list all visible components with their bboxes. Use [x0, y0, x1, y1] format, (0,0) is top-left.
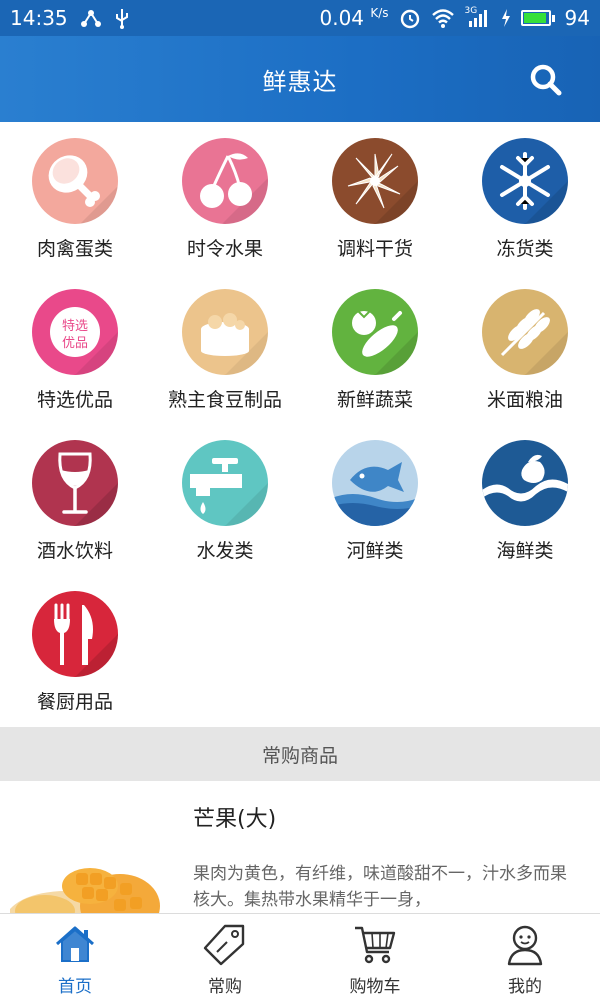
- wine-glass-icon: [32, 440, 118, 526]
- category-item[interactable]: 熟主食豆制品: [150, 273, 300, 423]
- app-header: 鲜惠达: [0, 36, 600, 122]
- category-label: 酒水饮料: [36, 540, 113, 562]
- category-label: 肉禽蛋类: [36, 238, 113, 260]
- cherry-icon: [182, 138, 268, 224]
- category-label: 新鲜蔬菜: [336, 389, 413, 411]
- category-label: 水发类: [196, 540, 254, 562]
- category-label: 冻货类: [496, 238, 554, 260]
- faucet-icon: [182, 440, 268, 526]
- nav-home-label: 首页: [58, 977, 92, 997]
- search-icon: [530, 64, 562, 96]
- status-bar: 14:35 0.04 K/s 3G 94: [0, 0, 600, 36]
- mango-image: [7, 811, 170, 913]
- battery-percent: 94: [564, 6, 590, 30]
- wifi-icon: [431, 8, 455, 28]
- category-item[interactable]: 冻货类: [450, 122, 600, 272]
- charging-icon: [501, 9, 511, 27]
- svg-text:优品: 优品: [62, 336, 88, 351]
- star-anise-icon: [332, 138, 418, 224]
- home-icon: [53, 922, 97, 966]
- alarm-icon: [399, 7, 421, 29]
- page-title: 鲜惠达: [262, 67, 338, 96]
- category-item[interactable]: 肉禽蛋类: [0, 122, 150, 272]
- nav-frequent[interactable]: 常购: [150, 914, 300, 1000]
- search-button[interactable]: [526, 60, 566, 100]
- category-item[interactable]: 餐厨用品: [0, 575, 150, 725]
- usb-icon: [114, 7, 130, 29]
- product-card[interactable]: 芒果(大) 果肉为黄色，有纤维，味道酸甜不一，汁水多而果核大。集热带水果精华于一…: [0, 781, 600, 913]
- network-type: 3G: [464, 6, 478, 16]
- battery-fill: [523, 13, 547, 23]
- product-name: 芒果(大): [193, 807, 277, 832]
- nav-frequent-label: 常购: [208, 977, 242, 997]
- vegetables-icon: [332, 289, 418, 375]
- drumstick-icon: [32, 138, 118, 224]
- net-speed-unit: K/s: [370, 6, 389, 20]
- cart-icon: [353, 922, 397, 966]
- wave-icon: [482, 440, 568, 526]
- category-label: 熟主食豆制品: [167, 389, 282, 411]
- product-description: 果肉为黄色，有纤维，味道酸甜不一，汁水多而果核大。集热带水果精华于一身，: [193, 864, 567, 910]
- nav-cart[interactable]: 购物车: [300, 914, 450, 1000]
- net-speed: 0.04 K/s: [319, 6, 388, 30]
- category-label: 米面粮油: [486, 389, 563, 411]
- steamer-icon: [182, 289, 268, 375]
- bottom-nav: 首页 常购 购物车 我的: [0, 913, 600, 1000]
- category-item[interactable]: 海鲜类: [450, 424, 600, 574]
- category-label: 调料干货: [336, 238, 413, 260]
- category-item[interactable]: 水发类: [150, 424, 300, 574]
- section-header: 常购商品: [0, 727, 600, 781]
- premium-badge-icon: 特选 优品: [32, 289, 118, 375]
- category-item[interactable]: 时令水果: [150, 122, 300, 272]
- category-item[interactable]: 河鲜类: [300, 424, 450, 574]
- signal-icon: 3G: [464, 6, 491, 28]
- share-icon: [80, 7, 102, 29]
- svg-text:特选: 特选: [62, 319, 88, 334]
- nav-home[interactable]: 首页: [0, 914, 150, 1000]
- category-label: 餐厨用品: [36, 691, 113, 713]
- category-item[interactable]: 特选 优品 特选优品: [0, 273, 150, 423]
- user-icon: [503, 922, 547, 966]
- tag-icon: [203, 922, 247, 966]
- category-item[interactable]: 新鲜蔬菜: [300, 273, 450, 423]
- nav-cart-label: 购物车: [349, 977, 401, 997]
- category-label: 特选优品: [36, 389, 113, 411]
- battery-icon: [520, 10, 555, 26]
- fork-knife-icon: [32, 591, 118, 677]
- wheat-icon: [482, 289, 568, 375]
- nav-profile[interactable]: 我的: [450, 914, 600, 1000]
- category-label: 海鲜类: [496, 540, 554, 562]
- category-label: 时令水果: [186, 238, 263, 260]
- category-item[interactable]: 调料干货: [300, 122, 450, 272]
- category-label: 河鲜类: [346, 540, 404, 562]
- net-speed-value: 0.04: [319, 6, 365, 30]
- fish-icon: [332, 440, 418, 526]
- section-title: 常购商品: [261, 744, 338, 767]
- category-item[interactable]: 米面粮油: [450, 273, 600, 423]
- snowflake-icon: [482, 138, 568, 224]
- category-item[interactable]: 酒水饮料: [0, 424, 150, 574]
- clock: 14:35: [10, 6, 68, 30]
- nav-profile-label: 我的: [508, 977, 542, 997]
